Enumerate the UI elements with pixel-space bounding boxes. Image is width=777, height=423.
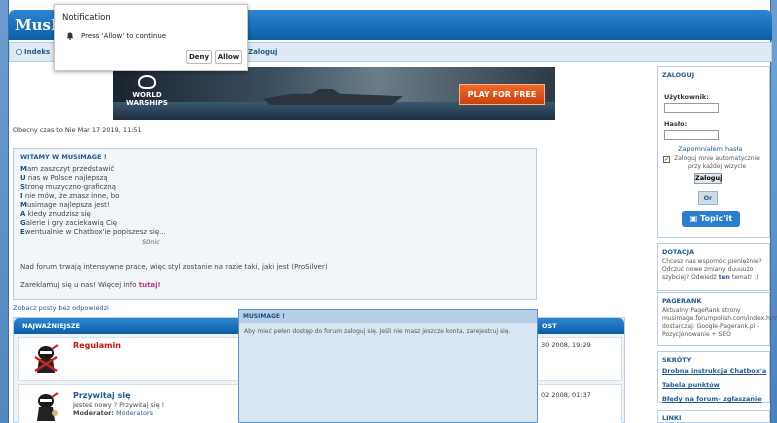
maintenance-notice: Nad forum trwają intensywne prace, więc … <box>20 263 328 271</box>
donation-topic-link[interactable]: ten <box>719 274 730 281</box>
pagerank-box: PAGERANK Aktualny PageRank strony musima… <box>657 292 777 346</box>
ninja-icon <box>37 392 59 421</box>
login-button[interactable]: Zaloguj <box>694 173 722 184</box>
username-input[interactable] <box>664 103 719 113</box>
poem-line: Musimage najlepsza jest! <box>20 201 110 209</box>
signature: S0nic <box>142 238 160 246</box>
deny-button[interactable]: Deny <box>186 50 212 64</box>
nav-login[interactable]: Zaloguj <box>248 48 277 56</box>
forum-description: Jesteś nowy ? Przywitaj się ! <box>73 401 165 409</box>
remember-checkbox[interactable]: ✓ <box>663 156 670 163</box>
topicit-icon: ▣ <box>689 214 701 223</box>
topicit-button[interactable]: ▣ Topic'it <box>682 211 740 227</box>
allow-button[interactable]: Allow <box>215 50 242 64</box>
shortcuts-box: SKRÓTY Drobna instrukcja Chatbox'a Tabel… <box>657 351 770 403</box>
sidebar: ZALOGUJ Użytkownik: Hasło: Zapomniałem h… <box>657 62 777 423</box>
last-post-date: 30 2008, 19:29 <box>541 341 591 349</box>
play-for-free-button[interactable]: PLAY FOR FREE <box>459 84 545 105</box>
advert-link[interactable]: tutaj! <box>139 281 161 289</box>
last-post-column: OST <box>542 322 557 330</box>
warship-image <box>263 89 403 105</box>
last-post-date: 02 2008, 01:37 <box>541 391 591 399</box>
ninja-icon <box>34 344 59 373</box>
password-label: Hasło: <box>664 120 688 128</box>
poem-line: Stronę muzyczno-graficzną <box>20 183 117 191</box>
ad-banner[interactable]: WORLD WARSHIPS PLAY FOR FREE <box>113 67 555 120</box>
modal-title: MUSIMAGE ! <box>239 310 537 323</box>
notification-title: Notification <box>62 13 111 23</box>
password-input[interactable] <box>664 130 719 140</box>
welcome-title: WITAMY W MUSIMAGE ! <box>20 153 107 161</box>
login-title: ZALOGUJ <box>662 71 695 79</box>
donation-title: DOTACJA <box>662 248 695 256</box>
login-prompt-modal: MUSIMAGE ! Aby mieć pełen dostęp do foru… <box>238 309 538 423</box>
links-title: LINKI <box>662 414 682 422</box>
remember-label: Zaloguj mnie automatycznie przy każdej w… <box>674 155 760 170</box>
poem-line: Mam zaszczyt przedstawić <box>20 165 115 173</box>
forum-title[interactable]: Regulamin <box>73 341 121 350</box>
donation-text: Chcesz nas wspomóc pieniężnie? Odczuć no… <box>662 258 762 281</box>
notification-popup: Notification Press 'Allow' to continue D… <box>54 4 248 71</box>
radio-icon <box>16 49 22 55</box>
poem-line: Galerie i gry zaciekawią Cię <box>20 219 118 227</box>
shortcut-link[interactable]: Drobna instrukcja Chatbox'a <box>662 367 766 375</box>
modal-text: Aby mieć pełen dostęp do forum zaloguj s… <box>244 328 511 335</box>
advert-line: Zareklamuj się u nas! Więcej info tutaj! <box>20 281 161 289</box>
unanswered-posts-link[interactable]: Zobacz posty bez odpowiedzi <box>13 304 109 312</box>
donation-box: DOTACJA Chcesz nas wspomóc pieniężnie? O… <box>657 243 770 291</box>
current-time: Obecny czas to Nie Mar 17 2019, 11:51 <box>13 126 142 134</box>
forum-moderator: Moderator: Moderators <box>73 409 153 417</box>
login-box: ZALOGUJ Użytkownik: Hasło: Zapomniałem h… <box>657 66 770 238</box>
warships-emblem-icon <box>138 75 156 89</box>
poem-line: U nas w Polsce najlepszą <box>20 174 108 182</box>
links-box: LINKI <box>657 410 770 423</box>
or-separator: Or <box>698 191 718 205</box>
poem-line: I nie mów, że znasz inne, bo <box>20 192 120 200</box>
bell-icon <box>66 32 74 40</box>
welcome-panel: WITAMY W MUSIMAGE ! Mam zaszczyt przedst… <box>13 148 537 300</box>
shortcut-link[interactable]: Tabela punktów <box>662 381 720 389</box>
warships-logo: WORLD WARSHIPS <box>123 75 171 113</box>
shortcuts-title: SKRÓTY <box>662 356 692 364</box>
poem-line: A kiedy znudzisz się <box>20 210 91 218</box>
username-label: Użytkownik: <box>664 93 709 101</box>
shortcut-link[interactable]: Błędy na forum- zgłaszanie <box>662 395 762 403</box>
poem-line: Ewentualnie w Chatbox'ie popiszesz się..… <box>20 228 166 236</box>
nav-index[interactable]: Indeks <box>16 48 50 56</box>
notification-message: Press 'Allow' to continue <box>81 32 167 40</box>
forgot-password-link[interactable]: Zapomniałem hasła <box>678 145 742 153</box>
pagerank-text[interactable]: Aktualny PageRank strony musimage.forump… <box>662 307 777 339</box>
category-title: NAJWAŻNIEJSZE <box>22 322 81 330</box>
forum-title[interactable]: Przywitaj się <box>73 391 131 400</box>
pagerank-title: PAGERANK <box>662 297 702 305</box>
